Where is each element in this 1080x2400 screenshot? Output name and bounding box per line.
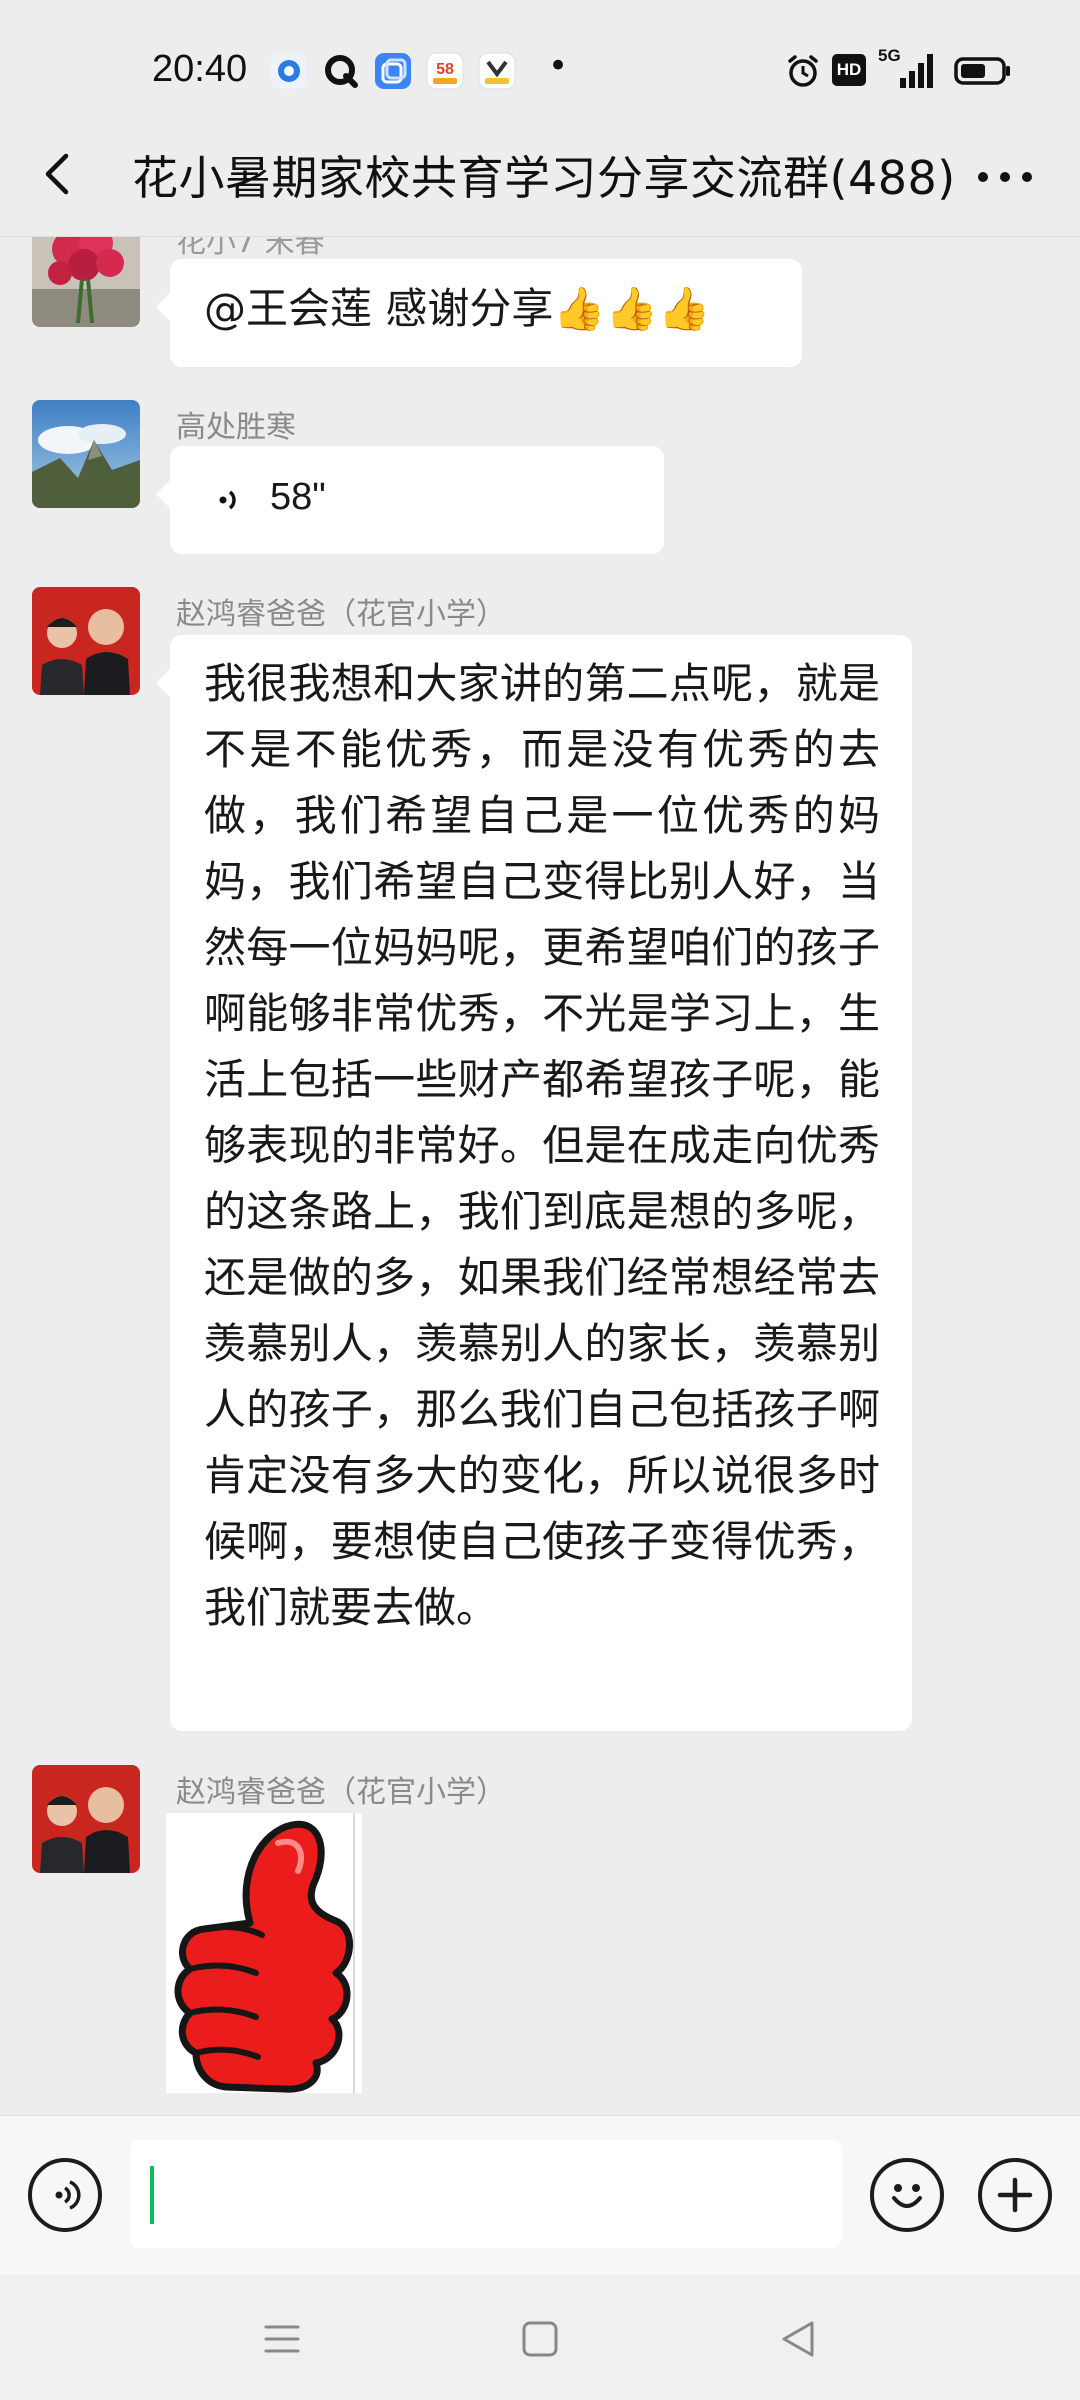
message-text: @王会莲 感谢分享👍👍👍 <box>204 284 711 333</box>
menu-icon[interactable] <box>262 2319 302 2359</box>
voice-duration: 58" <box>270 476 326 518</box>
status-bar: 20:40 58 • HD 5G <box>0 0 1080 140</box>
avatar[interactable] <box>32 237 140 327</box>
chat-title: 花小暑期家校共育学习分享交流群(488) <box>132 151 956 205</box>
alarm-icon <box>788 55 818 87</box>
5g-signal-icon: 5G <box>878 46 940 90</box>
more-options-icon[interactable] <box>970 150 1040 200</box>
sender-name: 赵鸿睿爸爸（花官小学） <box>176 597 506 632</box>
q-app-icon <box>325 55 358 88</box>
back-triangle-icon[interactable] <box>778 2319 818 2359</box>
thumbs-up-sticker[interactable] <box>166 1813 362 2093</box>
svg-text:58: 58 <box>436 61 454 78</box>
58-app-icon: 58 <box>426 52 464 90</box>
voice-input-icon[interactable] <box>28 2158 102 2232</box>
system-nav-bar <box>0 2275 1080 2400</box>
app-icon-yellow-badge <box>478 52 516 90</box>
avatar[interactable] <box>32 400 140 508</box>
sender-name: 高处胜寒 <box>176 410 296 445</box>
app-icon-blue-circle <box>271 53 307 89</box>
avatar[interactable] <box>32 587 140 695</box>
text-cursor <box>150 2166 154 2224</box>
voice-message-bubble[interactable]: 58" <box>156 446 664 554</box>
input-bar <box>0 2115 1080 2275</box>
chat-header: 花小暑期家校共育学习分享交流群(488) <box>0 120 1080 232</box>
blue-square-app-icon <box>375 53 411 89</box>
message-input[interactable] <box>130 2140 842 2248</box>
plus-icon[interactable] <box>978 2158 1052 2232</box>
sender-name: 花小7 宋春 <box>176 237 325 260</box>
hd-icon: HD <box>832 54 866 86</box>
emoji-icon[interactable] <box>870 2158 944 2232</box>
voice-wave-icon <box>219 490 236 510</box>
battery-icon <box>954 57 1010 85</box>
message-text: 我很我想和大家讲的第二点呢，就是不是不能优秀，而是没有优秀的去做，我们希望自己是… <box>204 659 880 1632</box>
back-arrow-icon[interactable] <box>30 144 90 204</box>
home-icon[interactable] <box>520 2319 560 2359</box>
avatar[interactable] <box>32 1765 140 1873</box>
chat-messages: 花小7 宋春 @王会莲 感谢分享👍👍👍 高处胜寒 58" 赵鸿睿爸爸（花官小学）… <box>0 237 1080 2115</box>
sender-name: 赵鸿睿爸爸（花官小学） <box>176 1775 506 1810</box>
notification-dot: • <box>548 46 569 86</box>
message-bubble[interactable]: 我很我想和大家讲的第二点呢，就是不是不能优秀，而是没有优秀的去做，我们希望自己是… <box>156 635 912 1731</box>
message-bubble[interactable]: @王会莲 感谢分享👍👍👍 <box>156 259 802 367</box>
status-time: 20:40 <box>152 48 248 90</box>
